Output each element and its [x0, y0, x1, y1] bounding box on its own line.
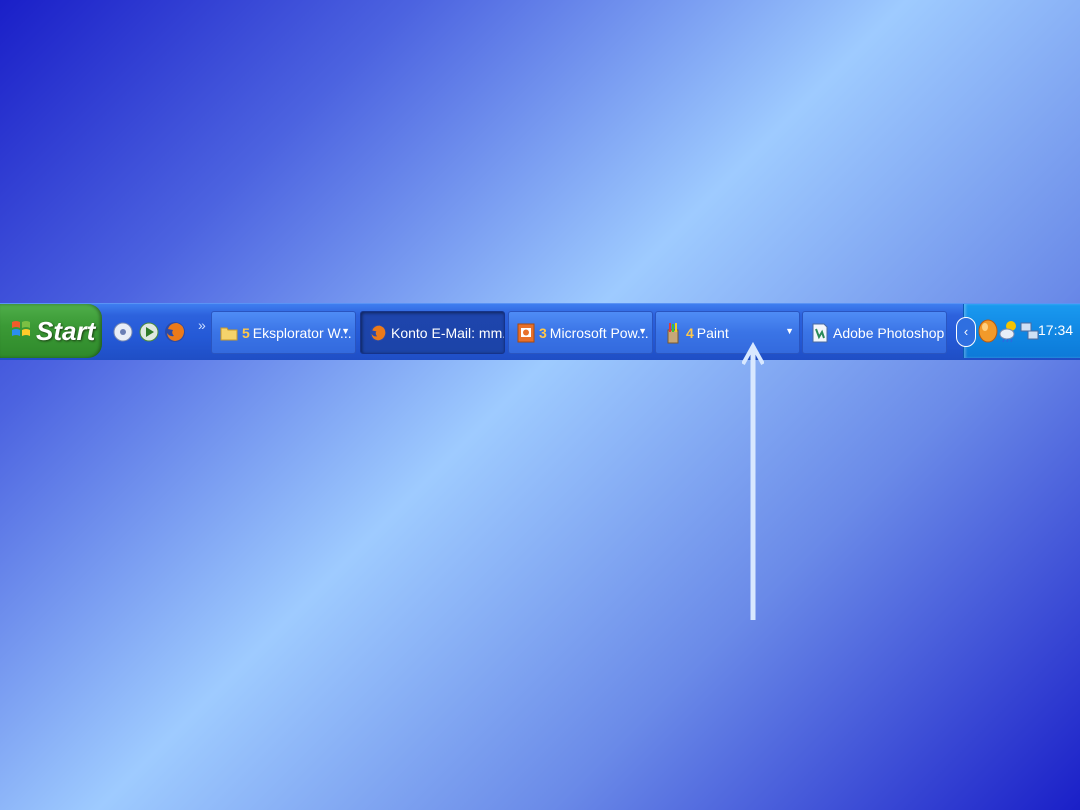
firefox-icon [369, 323, 387, 343]
task-paint[interactable]: 4 Paint ▼ [655, 311, 800, 354]
quick-launch-bar: » [112, 316, 206, 348]
task-email-account[interactable]: Konto E-Mail: mm... [360, 311, 505, 354]
network-icon[interactable] [1020, 319, 1040, 348]
chevron-down-icon: ▼ [785, 326, 794, 336]
paint-icon [664, 322, 682, 343]
task-label: Eksplorator W... [252, 324, 352, 341]
windows-logo-icon [10, 318, 32, 345]
pointer-arrow [742, 342, 764, 620]
tray-expand-button[interactable]: ‹ [956, 317, 976, 347]
folder-icon [220, 323, 238, 343]
task-powerpoint[interactable]: 3 Microsoft Pow... ▼ [508, 311, 653, 354]
task-label: Paint [696, 324, 729, 341]
task-label: Adobe Photoshop [833, 324, 945, 341]
task-explorer[interactable]: 5 Eksplorator W... ▼ [211, 311, 356, 354]
task-photoshop[interactable]: Adobe Photoshop [802, 311, 947, 354]
photoshop-icon [811, 323, 829, 343]
cd-player-icon[interactable] [112, 321, 134, 343]
quick-launch-more-icon[interactable]: » [198, 317, 206, 333]
task-group-count: 3 [539, 324, 547, 341]
chevron-down-icon: ▼ [638, 326, 647, 336]
media-player-icon[interactable] [138, 321, 160, 343]
chevron-down-icon: ▼ [341, 326, 350, 336]
weather-icon[interactable] [999, 319, 1019, 348]
clock[interactable]: 17:34 [1038, 322, 1073, 338]
firefox-icon[interactable] [164, 321, 186, 343]
orange-ball-icon[interactable] [978, 319, 998, 348]
taskbar: Start » 5 Eksplorator W... ▼ Konto E-Mai… [0, 303, 1080, 360]
task-group-count: 4 [686, 324, 694, 341]
powerpoint-icon [517, 323, 535, 343]
start-button[interactable]: Start [0, 304, 102, 358]
task-label: Microsoft Pow... [549, 324, 649, 341]
system-tray: ‹ 17:34 [956, 304, 1080, 358]
start-label: Start [36, 315, 96, 346]
task-group-count: 5 [242, 324, 250, 341]
task-label: Konto E-Mail: mm... [391, 324, 504, 341]
